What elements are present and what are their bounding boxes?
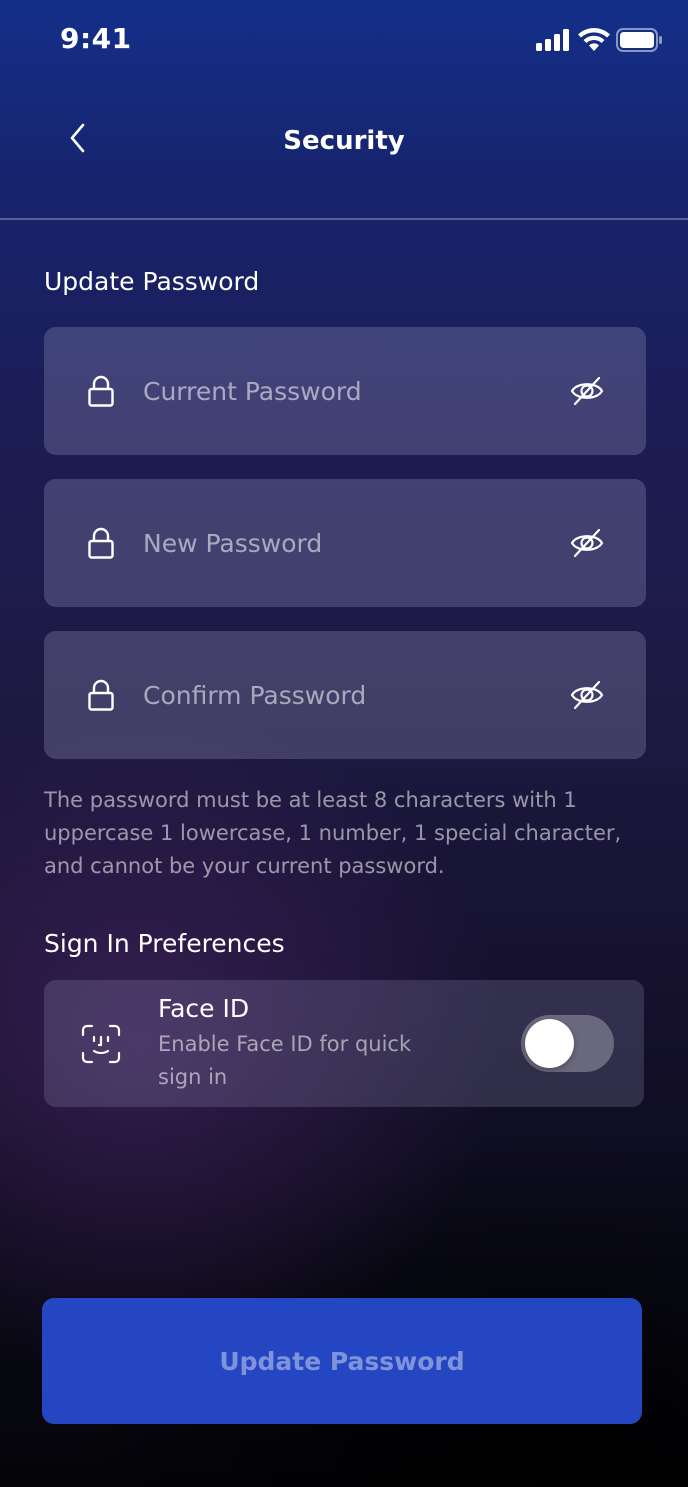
current-password-input[interactable] [143,367,543,415]
face-id-toggle[interactable] [521,1015,614,1072]
confirm-password-field [44,631,646,759]
new-password-field [44,479,646,607]
update-password-heading: Update Password [44,267,260,296]
sign-in-preferences-heading: Sign In Preferences [44,929,285,958]
status-bar: 9:41 [0,0,688,80]
eye-off-icon [570,528,604,558]
page-title: Security [283,126,405,156]
confirm-password-input[interactable] [143,671,543,719]
update-password-button[interactable]: Update Password [42,1298,642,1424]
cellular-signal-icon [536,29,569,51]
face-id-description: Enable Face ID for quick sign in [158,1032,412,1089]
eye-off-icon [570,376,604,406]
face-id-card: Face ID Enable Face ID for quick sign in [44,980,644,1107]
current-password-field [44,327,646,455]
header: Security [0,80,688,218]
lock-icon [88,679,114,711]
battery-icon [616,28,662,52]
header-divider [0,218,688,220]
face-id-title: Face ID [158,994,250,1023]
eye-off-icon [570,680,604,710]
new-password-input[interactable] [143,519,543,567]
face-id-icon [81,1024,121,1064]
lock-icon [88,375,114,407]
toggle-knob [525,1019,574,1068]
password-requirements-text: The password must be at least 8 characte… [44,788,622,878]
toggle-current-password-visibility[interactable] [566,371,608,411]
wifi-icon [578,28,610,51]
toggle-confirm-password-visibility[interactable] [566,675,608,715]
status-time: 9:41 [60,22,132,55]
lock-icon [88,527,114,559]
toggle-new-password-visibility[interactable] [566,523,608,563]
